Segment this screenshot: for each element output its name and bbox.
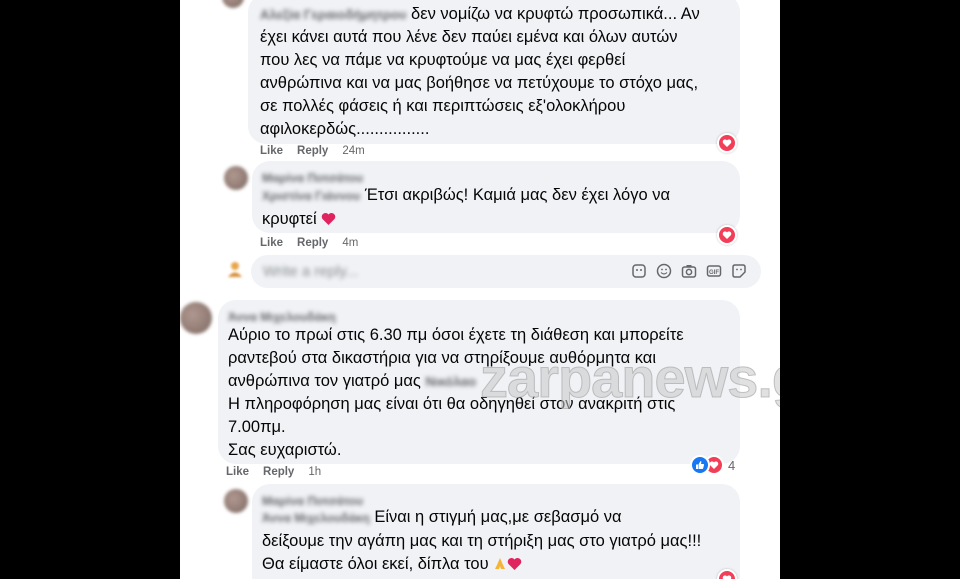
reactions-summary[interactable]: 4 (690, 455, 736, 475)
emoji-icon[interactable] (656, 263, 672, 279)
comment-text: κρυφτεί (262, 210, 317, 228)
sticker-face-icon[interactable] (631, 263, 647, 279)
heart-reaction-icon[interactable] (717, 133, 737, 153)
svg-text:GIF: GIF (709, 270, 719, 276)
avatar[interactable] (224, 489, 248, 513)
reply-input[interactable]: Write a reply... GIF (251, 255, 761, 288)
facebook-comments-page: Αλεξία Γεραιοδήμητρου δεν νομίζω να κρυφ… (180, 0, 780, 579)
reply-button[interactable]: Reply (297, 237, 328, 249)
comment-text: Θα είμαστε όλοι εκεί, δίπλα του (262, 555, 489, 573)
reply-toolbar: GIF (631, 263, 747, 279)
avatar[interactable] (224, 166, 248, 190)
comment-text: Αύριο το πρωί στις 6.30 πμ όσοι έχετε τη… (228, 326, 684, 344)
reply-button[interactable]: Reply (263, 466, 294, 478)
heart-reaction-icon[interactable] (717, 225, 737, 245)
watermark-logo: zarpanews.gr (480, 346, 780, 410)
comment-time[interactable]: 1h (308, 466, 321, 478)
comment-text: δεν νομίζω να κρυφτώ προσωπικά... Αν (411, 5, 700, 23)
comment-author[interactable]: Αλεξία Γεραιοδήμητρου (260, 7, 406, 22)
comment-actions: Like Reply 1h (226, 466, 335, 478)
comment-text: Έτσι ακριβώς! Καμιά μας δεν έχει λόγο να (364, 186, 671, 204)
like-button[interactable]: Like (260, 237, 283, 249)
comment-text: δείξουμε την αγάπη μας και τη στήριξη μα… (262, 532, 702, 550)
reaction-count: 4 (728, 457, 736, 473)
comment-text: σε πολλές φάσεις ή και περιπτώσεις εξ'ολ… (260, 97, 626, 115)
comment-text: ανθρώπινα τον γιατρό μας (228, 372, 421, 390)
comment-time[interactable]: 4m (342, 237, 358, 249)
comment-text: ανθρώπινα και να μας βοήθησε να πετύχουμ… (260, 74, 699, 92)
mention-link[interactable]: Άννα Μιχελουδάκη (262, 511, 370, 525)
comment-text: που λες να πάμε να κρυφτούμε να μας έχει… (260, 51, 626, 69)
comment-text: έχει κάνει αυτά που λένε δεν παύει εμένα… (260, 28, 678, 46)
like-button[interactable]: Like (226, 466, 249, 478)
sticker-icon[interactable] (731, 263, 747, 279)
mention-link[interactable]: Νικόλαο (425, 374, 476, 389)
user-avatar-icon (226, 260, 244, 278)
like-button[interactable]: Like (260, 145, 283, 157)
comment-bubble-2: Μαρίνα Ποτσάτου Χριστίνα Γιάννου Έτσι ακ… (252, 161, 740, 233)
praying-hands-emoji-icon (495, 558, 506, 569)
comment-bubble-4: Μαρίνα Ποτσάτου Άννα Μιχελουδάκη Είναι η… (252, 484, 740, 579)
comment-bubble-1: Αλεξία Γεραιοδήμητρου δεν νομίζω να κρυφ… (248, 0, 740, 144)
comment-text: 7.00πμ. (228, 418, 286, 436)
reply-button[interactable]: Reply (297, 145, 328, 157)
comment-text: αφιλοκερδώς................ (260, 120, 430, 138)
mention-link[interactable]: Χριστίνα Γιάννου (262, 189, 360, 203)
heart-emoji-icon (507, 558, 522, 570)
comment-time[interactable]: 24m (342, 145, 364, 157)
like-reaction-icon (690, 455, 710, 475)
comment-actions: Like Reply 4m (260, 237, 372, 249)
heart-emoji-icon (322, 213, 336, 225)
reply-placeholder: Write a reply... (263, 263, 359, 280)
avatar[interactable] (180, 302, 212, 334)
camera-icon[interactable] (681, 263, 697, 279)
comment-actions: Like Reply 24m (260, 145, 379, 157)
gif-icon[interactable]: GIF (706, 263, 722, 279)
avatar[interactable] (222, 0, 244, 8)
comment-text: Σας ευχαριστώ. (228, 441, 342, 459)
comment-text: Είναι η στιγμή μας,με σεβασμό να (374, 508, 622, 526)
